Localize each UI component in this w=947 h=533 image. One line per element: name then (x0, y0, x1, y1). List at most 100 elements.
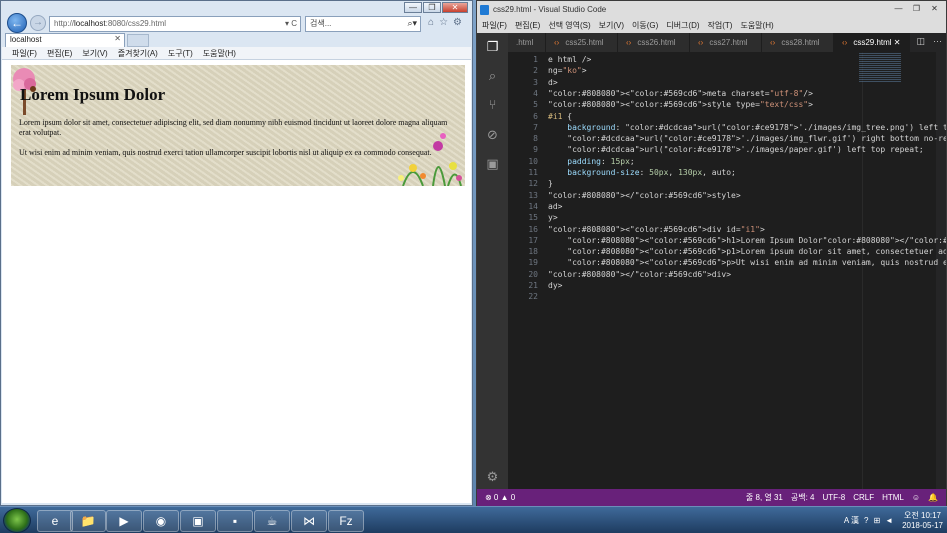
taskbar-media[interactable]: ▶ (106, 510, 142, 532)
activity-bar: ❐ ⌕ ⑂ ⊘ ▣ ⚙ (477, 33, 508, 489)
menu-file[interactable]: 파일(F) (12, 47, 37, 59)
paragraph-1: Lorem ipsum dolor sit amet, consectetuer… (19, 118, 448, 137)
code-line: dy> (548, 281, 563, 290)
search-icon[interactable]: ⌕▾ (407, 18, 417, 28)
taskbar-explorer[interactable]: 📁 (70, 510, 106, 532)
menu-tools[interactable]: 도구(T) (168, 47, 193, 59)
tab-close-icon[interactable]: ✕ (894, 38, 901, 47)
code-line: } (548, 179, 553, 189)
line-number: 16 (528, 224, 538, 234)
browser-tab[interactable]: localhost ✕ (5, 33, 125, 47)
favorites-icon[interactable]: ☆ (439, 17, 448, 28)
tab-actions: ◫ ··· (916, 36, 942, 47)
back-button[interactable]: ← (7, 13, 27, 33)
indentation[interactable]: 공백: 4 (791, 489, 815, 506)
maximize-button[interactable]: ❐ (908, 3, 925, 14)
more-actions-icon[interactable]: ··· (933, 36, 942, 47)
encoding[interactable]: UTF-8 (823, 489, 846, 506)
taskbar-filezilla[interactable]: Fz (328, 510, 364, 532)
line-ending[interactable]: CRLF (853, 489, 874, 506)
line-number: 4 (533, 88, 538, 98)
search-icon[interactable]: ⌕ (484, 67, 501, 84)
extensions-icon[interactable]: ▣ (484, 155, 501, 172)
menu-help[interactable]: 도움말(H) (203, 47, 236, 59)
tab-css25[interactable]: ‹› css25.html (546, 33, 618, 52)
menu-favorites[interactable]: 즐겨찾기(A) (118, 47, 158, 59)
help-icon[interactable]: ? (864, 516, 868, 525)
gear-icon[interactable]: ⚙ (453, 17, 462, 28)
line-number: 10 (528, 156, 538, 166)
vertical-scrollbar[interactable] (936, 52, 946, 489)
clock[interactable]: 오전 10:17 2018-05-17 (902, 511, 943, 531)
split-editor-icon[interactable]: ◫ (916, 36, 925, 47)
menu-go[interactable]: 이동(G) (632, 19, 658, 33)
clock-date: 2018-05-17 (902, 520, 943, 530)
vscode-window-controls: — ❐ ✕ (890, 3, 943, 14)
i1-box: Lorem Ipsum Dolor Lorem ipsum dolor sit … (11, 65, 465, 186)
code-editor[interactable]: 1 e html /> 2 ng="ko"> 3 d> 4 "color:#808080"><… (508, 52, 946, 489)
tab-html[interactable]: .html (508, 33, 546, 52)
ie-navbar: ← → http://localhost:8080/css29.html ▾ C… (5, 12, 470, 34)
html-file-icon: ‹› (554, 38, 560, 47)
gear-icon[interactable]: ⚙ (484, 468, 501, 485)
start-button[interactable] (3, 508, 31, 533)
tab-css28[interactable]: ‹› css28.html (762, 33, 834, 52)
menu-view[interactable]: 보기(V) (82, 47, 107, 59)
window-title: css29.html - Visual Studio Code (493, 5, 607, 14)
line-number: 11 (528, 168, 538, 177)
paragraph-2: Ut wisi enim ad minim veniam, quis nostr… (19, 148, 432, 157)
forward-button[interactable]: → (30, 15, 46, 31)
html-file-icon: ‹› (626, 38, 632, 47)
tab-css26[interactable]: ‹› css26.html (618, 33, 690, 52)
new-tab-button[interactable] (127, 34, 149, 47)
home-icon[interactable]: ⌂ (428, 17, 434, 28)
taskbar-chrome[interactable]: ◉ (143, 510, 179, 532)
minimap-content (859, 52, 901, 82)
menu-debug[interactable]: 디버그(D) (666, 19, 699, 33)
taskbar-ie[interactable]: e (37, 510, 73, 532)
minimize-button[interactable]: — (890, 3, 907, 14)
search-input[interactable]: 검색... ⌕▾ (305, 16, 421, 32)
tab-label: css26.html (637, 38, 676, 47)
code-line: "color:#808080"></"color:#569cd6">div> (548, 269, 732, 279)
page-viewport: Lorem Ipsum Dolor Lorem ipsum dolor sit … (2, 60, 471, 503)
menu-selection[interactable]: 선택 영역(S) (548, 19, 590, 33)
menu-file[interactable]: 파일(F) (482, 19, 507, 33)
vscode-logo-icon (480, 5, 489, 15)
feedback-icon[interactable]: ☺ (912, 489, 920, 506)
menu-help[interactable]: 도움말(H) (740, 19, 773, 33)
line-number: 1 (533, 55, 538, 64)
menu-tasks[interactable]: 작업(T) (708, 19, 733, 33)
taskbar-cmd[interactable]: ▪ (217, 510, 253, 532)
ime-indicator[interactable]: A 漢 (844, 515, 859, 526)
line-number: 6 (533, 111, 538, 121)
explorer-icon[interactable]: ❐ (484, 38, 501, 55)
taskbar-app[interactable]: ▣ (180, 510, 216, 532)
language-mode[interactable]: HTML (882, 489, 904, 506)
menu-view[interactable]: 보기(V) (599, 19, 624, 33)
tab-title: localhost (10, 35, 42, 44)
network-icon[interactable]: ⊞ (873, 516, 880, 525)
tab-close-icon[interactable]: ✕ (114, 34, 121, 43)
menu-edit[interactable]: 편집(E) (515, 19, 540, 33)
flower-image (398, 133, 462, 186)
refresh-icon[interactable]: ▾ C (285, 19, 297, 29)
menu-edit[interactable]: 편집(E) (47, 47, 72, 59)
address-path: :8080/css29.html (105, 19, 167, 28)
close-button[interactable]: ✕ (926, 3, 943, 14)
line-number: 2 (533, 66, 538, 76)
bell-icon[interactable]: 🔔 (928, 489, 938, 506)
debug-icon[interactable]: ⊘ (484, 126, 501, 143)
code-line: y> (548, 213, 558, 223)
volume-icon[interactable]: ◄ (885, 516, 893, 525)
source-control-icon[interactable]: ⑂ (484, 96, 501, 113)
cursor-position[interactable]: 줄 8, 열 31 (746, 489, 783, 506)
taskbar-java[interactable]: ☕ (254, 510, 290, 532)
taskbar-vscode[interactable]: ⋈ (291, 510, 327, 532)
tab-css27[interactable]: ‹› css27.html (690, 33, 762, 52)
tab-css29[interactable]: ‹› css29.html ✕ (834, 33, 910, 52)
problems-indicator[interactable]: ⊗ 0 ▲ 0 (485, 489, 515, 506)
vscode-menubar: 파일(F) 편집(E) 선택 영역(S) 보기(V) 이동(G) 디버그(D) … (477, 19, 946, 33)
minimap[interactable] (859, 52, 902, 489)
address-bar[interactable]: http://localhost:8080/css29.html ▾ C (49, 16, 301, 32)
